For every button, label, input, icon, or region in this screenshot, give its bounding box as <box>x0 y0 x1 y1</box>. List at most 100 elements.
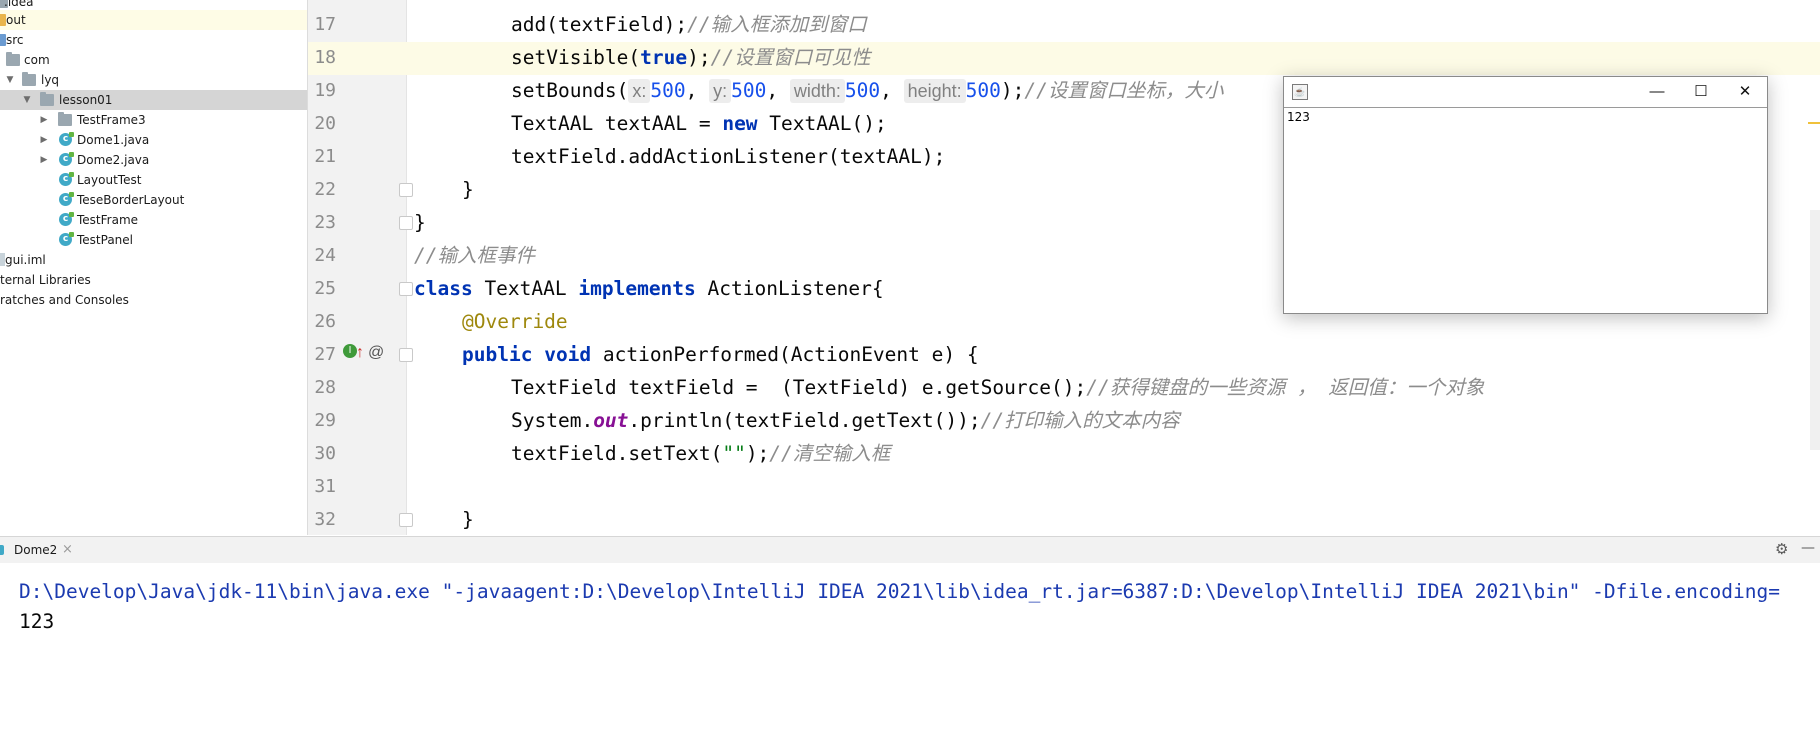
code-keyword: true <box>640 46 688 69</box>
console-command-line: D:\Develop\Java\jdk-11\bin\java.exe "-ja… <box>19 580 1780 603</box>
code-line-26[interactable]: @Override <box>462 305 568 338</box>
tree-item-external-libraries[interactable]: ternal Libraries <box>0 270 307 290</box>
tree-item-testframe[interactable]: c TestFrame <box>0 210 307 230</box>
code-annotation: @Override <box>462 310 568 333</box>
param-hint: width: <box>789 79 845 103</box>
tree-item-testpanel[interactable]: c TestPanel <box>0 230 307 250</box>
tree-item-dome2[interactable]: ▶ c Dome2.java <box>0 150 307 170</box>
line-number: 21 <box>314 146 336 167</box>
package-icon <box>40 92 54 106</box>
run-console[interactable]: D:\Develop\Java\jdk-11\bin\java.exe "-ja… <box>0 563 1820 734</box>
chevron-right-icon[interactable]: ▶ <box>39 150 49 170</box>
code-text: , <box>880 79 904 102</box>
code-comment: //设置窗口坐标，大小 <box>1024 79 1224 102</box>
code-text: .println(textField.getText()); <box>628 409 981 432</box>
chevron-right-icon[interactable]: ▶ <box>39 130 49 150</box>
line-number: 31 <box>314 476 336 497</box>
code-line-23[interactable]: } <box>414 206 426 239</box>
code-line-27[interactable]: public void actionPerformed(ActionEvent … <box>462 338 979 371</box>
tree-item-lesson01[interactable]: ▼ lesson01 <box>0 90 307 110</box>
code-text: TextField textField = (TextField) e.getS… <box>511 376 1087 399</box>
tree-item-teseborderlayout[interactable]: c TeseBorderLayout <box>0 190 307 210</box>
code-text: ); <box>1000 79 1025 102</box>
fold-icon[interactable] <box>399 348 413 362</box>
code-text: textField.setText( <box>511 442 723 465</box>
code-text: setBounds( <box>511 79 629 102</box>
code-line-29[interactable]: System.out.println(textField.getText());… <box>511 404 1180 437</box>
line-number: 28 <box>314 377 336 398</box>
tree-item-layouttest[interactable]: c LayoutTest <box>0 170 307 190</box>
line-number: 20 <box>314 113 336 134</box>
code-number: 500 <box>965 79 1001 102</box>
code-comment: //设置窗口可见性 <box>710 46 871 69</box>
tree-item-out[interactable]: out <box>0 10 307 30</box>
code-comment: //输入框事件 <box>414 244 535 267</box>
tree-item-lyq[interactable]: ▼ lyq <box>0 70 307 90</box>
code-keyword: new <box>722 112 758 135</box>
java-frame-window[interactable]: ☕ — ☐ ✕ 123 <box>1283 76 1768 314</box>
code-line-24[interactable]: //输入框事件 <box>414 239 535 272</box>
hide-panel-icon[interactable]: — <box>1801 540 1815 556</box>
code-text: , <box>766 79 790 102</box>
code-line-28[interactable]: TextField textField = (TextField) e.getS… <box>511 371 1484 404</box>
window-title-bar[interactable]: ☕ — ☐ ✕ <box>1284 77 1767 108</box>
run-tool-window-header: Dome2 × ⚙ — <box>0 536 1820 564</box>
code-line-32[interactable]: } <box>462 503 474 536</box>
tree-item-gui-iml[interactable]: gui.iml <box>0 250 307 270</box>
tree-item-src[interactable]: src <box>0 30 307 50</box>
code-text: System. <box>511 409 594 432</box>
minimize-button[interactable]: — <box>1635 77 1679 107</box>
chevron-down-icon[interactable]: ▼ <box>22 90 32 110</box>
code-text: } <box>462 508 474 531</box>
line-number: 26 <box>314 311 336 332</box>
run-tab-label: Dome2 <box>14 543 58 557</box>
code-number: 500 <box>650 79 686 102</box>
maximize-button[interactable]: ☐ <box>1679 77 1723 107</box>
java-class-icon: c <box>59 192 74 206</box>
code-line-22[interactable]: } <box>462 173 474 206</box>
package-icon <box>58 112 72 126</box>
line-number: 19 <box>314 80 336 101</box>
override-arrow-icon[interactable]: ↑ <box>356 343 364 363</box>
tree-item-scratches[interactable]: ratches and Consoles <box>0 290 307 310</box>
close-button[interactable]: ✕ <box>1723 77 1767 107</box>
line-number: 25 <box>314 278 336 299</box>
line-number: 29 <box>314 410 336 431</box>
code-line-21[interactable]: textField.addActionListener(textAAL); <box>511 140 945 173</box>
code-line-30[interactable]: textField.setText("");//清空输入框 <box>511 437 890 470</box>
tree-item-testframe3[interactable]: ▶ TestFrame3 <box>0 110 307 130</box>
java-class-icon: c <box>59 132 74 146</box>
code-comment: //打印输入的文本内容 <box>980 409 1180 432</box>
line-number: 17 <box>314 14 336 35</box>
fold-icon[interactable] <box>399 282 413 296</box>
close-icon[interactable]: × <box>62 537 73 563</box>
code-text: textField.addActionListener(textAAL); <box>511 145 946 168</box>
annotation-marker-icon[interactable]: @ <box>368 343 384 363</box>
fold-icon[interactable] <box>399 513 413 527</box>
code-line-18[interactable]: setVisible(true);//设置窗口可见性 <box>511 41 871 74</box>
code-text: TextAAL <box>472 277 579 300</box>
console-output-line: 123 <box>19 610 55 633</box>
code-text: actionPerformed(ActionEvent e) { <box>591 343 979 366</box>
code-line-20[interactable]: TextAAL textAAL = new TextAAL(); <box>511 107 887 140</box>
editor-warning-marker[interactable] <box>1808 122 1820 124</box>
text-field[interactable]: 123 <box>1284 108 1767 313</box>
code-line-19[interactable]: setBounds(x: 500, y: 500, width: 500, heigh… <box>511 74 1223 107</box>
code-line-17[interactable]: add(textField);//输入框添加到窗口 <box>511 8 867 41</box>
java-class-icon: c <box>59 232 74 246</box>
code-string: "" <box>722 442 746 465</box>
tree-item-dome1[interactable]: ▶ c Dome1.java <box>0 130 307 150</box>
code-line-25[interactable]: class TextAAL implements ActionListener{ <box>414 272 884 305</box>
editor-scrollbar[interactable] <box>1810 210 1820 450</box>
settings-gear-icon[interactable]: ⚙ <box>1775 540 1788 558</box>
line-number: 32 <box>314 509 336 530</box>
code-keyword: public <box>462 343 533 366</box>
param-hint: y: <box>709 79 732 103</box>
fold-icon[interactable] <box>399 216 413 230</box>
code-text: TextAAL textAAL = <box>511 112 723 135</box>
chevron-down-icon[interactable]: ▼ <box>5 70 15 90</box>
implements-marker-icon[interactable]: I <box>343 344 357 358</box>
fold-icon[interactable] <box>399 183 413 197</box>
chevron-right-icon[interactable]: ▶ <box>39 110 49 130</box>
tree-item-com[interactable]: com <box>0 50 307 70</box>
